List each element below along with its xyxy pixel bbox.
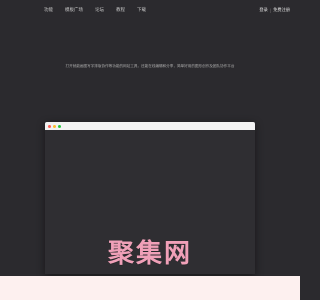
nav-link-forum[interactable]: 论坛: [95, 7, 104, 13]
window-titlebar: [45, 122, 255, 130]
intro-text: 打开就能画图写字排版协作等功能的网站工具，还能在线编辑和分享，简单好用的图形创作…: [65, 64, 235, 68]
close-dot-icon: [48, 124, 51, 128]
nav-link-tutorials[interactable]: 教程: [116, 7, 125, 13]
maximize-dot-icon: [58, 124, 61, 128]
top-nav: 功能 模板广场 论坛 教程 下载 登录 | 免费注册: [0, 0, 300, 20]
footer-band: [0, 276, 300, 300]
nav-link-download[interactable]: 下载: [137, 7, 146, 13]
nav-link-templates[interactable]: 模板广场: [65, 7, 83, 13]
login-button[interactable]: 登录: [259, 7, 267, 13]
nav-separator: |: [269, 7, 272, 13]
auth-links: 登录 | 免费注册: [259, 7, 290, 13]
nav-links: 功能 模板广场 论坛 教程 下载: [44, 7, 146, 13]
nav-link-features[interactable]: 功能: [44, 7, 53, 13]
watermark-logo: 聚集网: [107, 239, 192, 269]
signup-button[interactable]: 免费注册: [273, 7, 290, 13]
minimize-dot-icon: [53, 124, 56, 128]
